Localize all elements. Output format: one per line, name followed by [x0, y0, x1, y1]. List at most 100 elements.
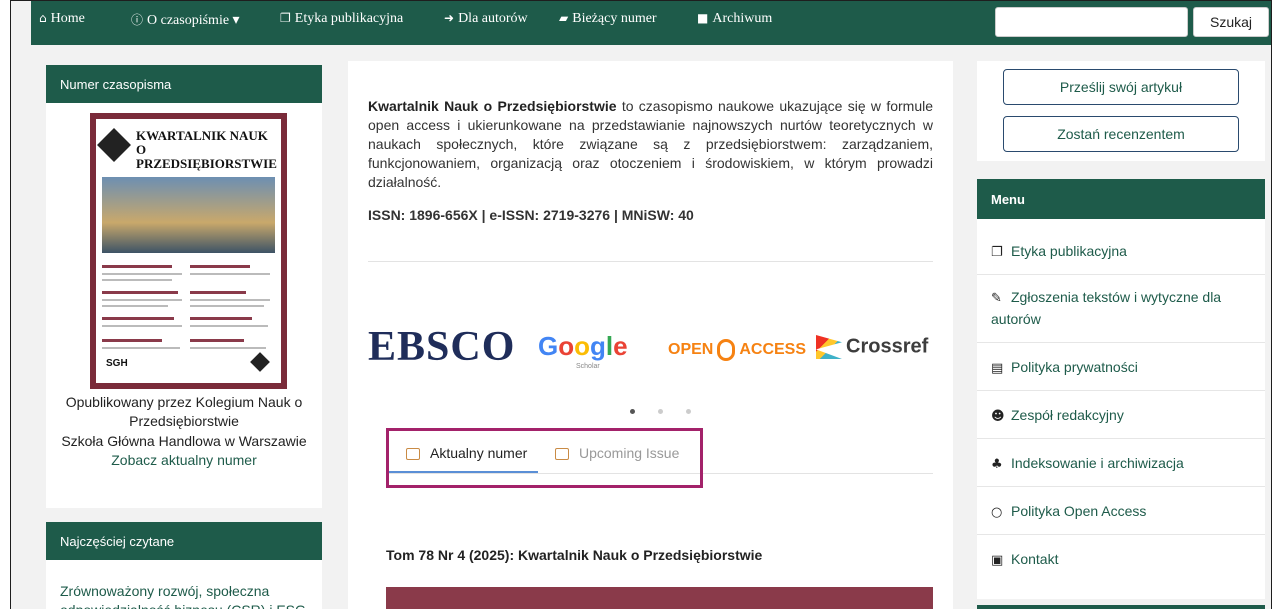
crossref-label: Crossref	[846, 335, 929, 358]
home-icon: ⌂	[39, 11, 47, 25]
google-scholar-logo[interactable]: Google	[538, 331, 628, 362]
google-logo-letter: e	[613, 331, 628, 361]
open-lock-icon	[717, 339, 736, 361]
journal-name: Kwartalnik Nauk o Przedsiębiorstwie	[368, 98, 617, 114]
copy-icon: ❐	[991, 245, 1003, 260]
carousel-dot[interactable]	[686, 409, 691, 414]
menu-item-label: Polityka prywatności	[1011, 359, 1138, 375]
book-icon: ▰	[559, 11, 569, 25]
cover-toc-line	[102, 317, 174, 320]
nav-archive[interactable]: ■ Archiwum	[697, 11, 772, 27]
menu-item-contact[interactable]: ▣ Kontakt	[977, 535, 1265, 583]
cover-toc-line	[190, 291, 246, 294]
cover-publisher-label: SGH	[106, 358, 128, 369]
menu-item-label: Indeksowanie i archiwizacja	[1011, 455, 1184, 471]
issue-panel-title: Numer czasopisma	[46, 65, 322, 103]
carousel-dot-active[interactable]	[630, 409, 635, 414]
divider	[368, 261, 933, 262]
menu-item-open-access[interactable]: ○ Polityka Open Access	[977, 487, 1265, 535]
cover-toc-line	[102, 325, 182, 327]
info-icon: ⓘ	[131, 13, 144, 27]
cover-toc-line	[190, 325, 268, 327]
google-logo-letter: o	[558, 331, 575, 361]
crossref-logo[interactable]: Crossref	[816, 335, 928, 359]
cover-toc-line	[190, 305, 264, 307]
cover-toc-line	[102, 291, 178, 294]
cover-toc-line	[190, 273, 270, 275]
menu-item-indexing[interactable]: ♣ Indeksowanie i archiwizacja	[977, 439, 1265, 487]
nav-current-issue[interactable]: ▰ Bieżący numer	[559, 11, 657, 27]
current-issue-link-label: Zobacz aktualny numer	[111, 452, 257, 468]
most-read-panel: Najczęściej czytane Zrównoważony rozwój,…	[46, 522, 322, 609]
sitemap-icon: ♣	[991, 457, 1003, 472]
cover-toc-line	[102, 347, 180, 349]
current-issue-link[interactable]: Zobacz aktualny numer	[46, 451, 322, 470]
cover-toc-line	[190, 347, 266, 349]
open-access-logo[interactable]: OPEN ACCESS	[668, 339, 806, 361]
menu-item-label: Zgłoszenia tekstów i wytyczne dla autoró…	[991, 289, 1222, 327]
users-icon: ☻	[991, 409, 1005, 424]
nav-current-issue-label: Bieżący numer	[572, 11, 657, 26]
browser-viewport: ⌂ Home ⓘ O czasopiśmie ▾ ❐ Etyka publikacyj…	[10, 0, 1272, 609]
highlight-box	[386, 428, 703, 488]
menu-item-label: Polityka Open Access	[1011, 503, 1147, 519]
menu-item-editorial-team[interactable]: ☻ Zespół redakcyjny	[977, 391, 1265, 439]
journal-logo-icon	[97, 128, 131, 162]
cover-toc-line	[102, 339, 162, 342]
edit-icon: ✎	[991, 291, 1002, 306]
menu-item-submissions[interactable]: ✎ Zgłoszenia tekstów i wytyczne dla autor…	[977, 275, 1265, 343]
school-text: Szkoła Główna Handlowa w Warszawie	[61, 433, 307, 449]
menu-item-label: Zespół redakcyjny	[1011, 407, 1124, 423]
cover-toc-line	[190, 317, 252, 320]
cover-toc-line	[190, 265, 250, 268]
issue-cover-banner[interactable]	[386, 587, 933, 609]
issue-heading: Tom 78 Nr 4 (2025): Kwartalnik Nauk o Pr…	[386, 547, 763, 563]
search-input[interactable]	[995, 7, 1188, 37]
copy-icon: ❐	[280, 11, 291, 25]
file-icon: ▤	[991, 361, 1004, 376]
menu-item-label: Kontakt	[1011, 551, 1059, 567]
journal-logo-icon	[250, 352, 270, 372]
archive-icon: ■	[697, 11, 709, 25]
indexing-logos-carousel[interactable]: EBSCO Google Scholar OPEN ACCESS Crossref	[368, 323, 933, 373]
journal-intro: Kwartalnik Nauk o Przedsiębiorstwie to c…	[368, 97, 933, 192]
nav-about-dropdown[interactable]: ⓘ O czasopiśmie ▾	[131, 11, 240, 29]
cover-toc-line	[190, 339, 244, 342]
cover-toc-line	[102, 299, 182, 301]
cover-image[interactable]: KWARTALNIK NAUK O PRZEDSIĘBIORSTWIE SGH	[90, 113, 287, 389]
contact-icon: ▣	[991, 553, 1004, 568]
menu-item-ethics[interactable]: ❐ Etyka publikacyjna	[977, 231, 1265, 275]
nav-ethics-label: Etyka publikacyjna	[294, 11, 404, 26]
nav-authors[interactable]: ➜ Dla autorów	[444, 11, 528, 27]
submit-article-button[interactable]: Prześlij swój artykuł	[1003, 69, 1239, 105]
cover-toc-line	[102, 273, 182, 275]
cover-toc-line	[102, 279, 172, 281]
next-panel-header	[977, 605, 1265, 609]
ebsco-logo[interactable]: EBSCO	[368, 323, 515, 371]
google-logo-letter: g	[590, 331, 606, 361]
carousel-dot[interactable]	[658, 409, 663, 414]
become-reviewer-button[interactable]: Zostań recenzentem	[1003, 116, 1239, 152]
issue-panel: Numer czasopisma KWARTALNIK NAUK O PRZED…	[46, 65, 322, 508]
most-read-item-link[interactable]: Zrównoważony rozwój, społeczna odpowiedz…	[60, 582, 310, 609]
nav-home-label: Home	[50, 11, 85, 26]
search-button[interactable]: Szukaj	[1193, 7, 1269, 37]
cover-toc-line	[102, 305, 168, 307]
top-navbar: ⌂ Home ⓘ O czasopiśmie ▾ ❐ Etyka publikacyj…	[31, 1, 1271, 45]
nav-about-label: O czasopiśmie ▾	[147, 13, 240, 28]
nav-ethics[interactable]: ❐ Etyka publikacyjna	[280, 11, 403, 27]
circle-icon: ○	[991, 505, 1003, 520]
most-read-title: Najczęściej czytane	[46, 522, 322, 560]
author-actions-panel: Prześlij swój artykuł Zostań recenzentem	[977, 61, 1265, 161]
menu-title: Menu	[977, 179, 1265, 219]
published-by-text: Opublikowany przez Kolegium Nauk o Przed…	[65, 394, 303, 429]
menu-item-privacy[interactable]: ▤ Polityka prywatności	[977, 343, 1265, 391]
cover-toc-line	[102, 265, 172, 268]
cover-page: KWARTALNIK NAUK O PRZEDSIĘBIORSTWIE SGH	[96, 119, 281, 383]
cover-photo	[102, 177, 275, 253]
menu-panel: Menu ❐ Etyka publikacyjna ✎ Zgłoszenia tek…	[977, 179, 1265, 599]
menu-item-label: Etyka publikacyjna	[1011, 243, 1127, 259]
nav-home[interactable]: ⌂ Home	[39, 11, 85, 27]
issn-info: ISSN: 1896-656X | e-ISSN: 2719-3276 | MN…	[368, 207, 694, 223]
main-content: Kwartalnik Nauk o Przedsiębiorstwie to c…	[348, 61, 953, 609]
